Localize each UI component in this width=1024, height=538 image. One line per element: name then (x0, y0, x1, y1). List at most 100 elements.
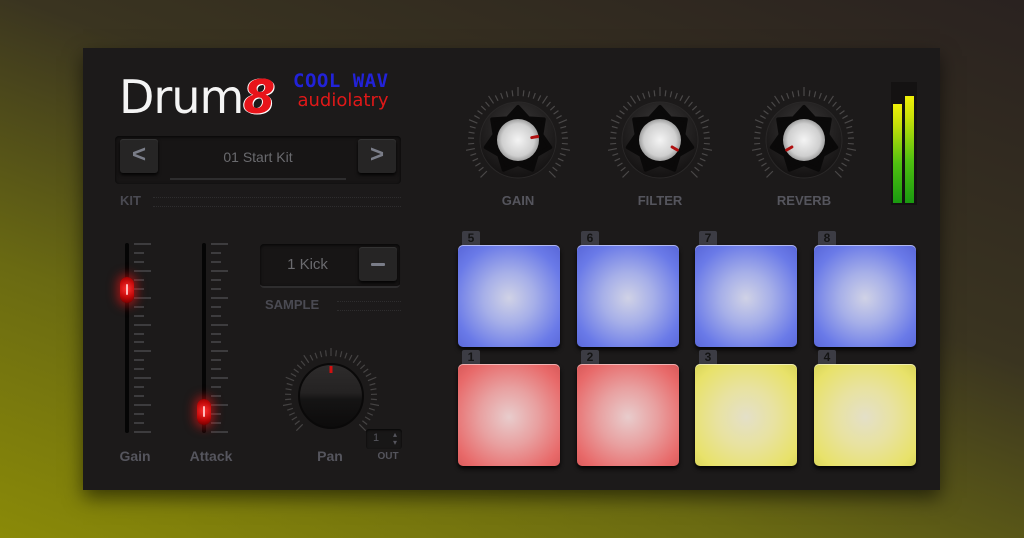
pad-number: 2 (581, 350, 599, 364)
slider-tick (211, 332, 221, 335)
knob-tick (755, 125, 762, 129)
slider-tick (211, 296, 228, 299)
knob-tick (642, 92, 646, 99)
knob-tick (561, 131, 568, 134)
drum-pad[interactable] (577, 364, 679, 466)
knob-tick (679, 95, 684, 102)
chevron-left-icon: < (131, 141, 146, 168)
brand-logo: COOL WAV audiolatry (293, 72, 389, 110)
slider-tick (134, 296, 151, 299)
kit-prev-button[interactable]: < (120, 139, 158, 173)
slider-tick (211, 350, 228, 353)
knob-tick (335, 350, 338, 357)
slider-tick (211, 269, 228, 272)
knob-tick (285, 388, 292, 391)
knob-tick (636, 95, 641, 102)
knob-tick (511, 90, 514, 97)
knob-tick (474, 115, 480, 120)
logo-eight-text: 8 (243, 70, 276, 124)
slider-tick (211, 431, 228, 433)
knob-cap (639, 119, 681, 161)
knob-tick (314, 352, 318, 359)
gain-knob[interactable] (463, 85, 573, 195)
knob-tick (703, 147, 713, 151)
knob-tick (845, 153, 852, 157)
slider-tick (134, 368, 144, 371)
knob-tick (620, 166, 626, 172)
knob-tick (368, 407, 375, 411)
slider-ticks (211, 243, 229, 433)
knob-tick (842, 115, 848, 120)
knob-tick (290, 372, 297, 377)
knob-tick (561, 147, 571, 151)
meter-bar-right (905, 95, 914, 203)
knob-tick (756, 153, 763, 157)
knob-tick (546, 101, 551, 107)
knob-tick (367, 376, 377, 382)
knob-tick (610, 131, 617, 134)
drum-pad[interactable] (814, 245, 916, 347)
pad-number: 8 (818, 231, 836, 245)
knob-tick (537, 95, 542, 102)
gain-slider-thumb[interactable] (120, 277, 134, 304)
drum-pad[interactable] (695, 364, 797, 466)
knob-tick (694, 166, 700, 172)
knob-tick (364, 416, 371, 421)
drum-pad[interactable] (458, 245, 560, 347)
drum-pad[interactable] (458, 364, 560, 466)
knob-tick (838, 166, 844, 172)
logo-drum-text: Drum (119, 70, 244, 124)
knob-tick (751, 147, 761, 151)
drum-pad[interactable] (577, 245, 679, 347)
pad-number: 1 (462, 350, 480, 364)
drum-pad[interactable] (695, 245, 797, 347)
knob-tick (690, 170, 698, 178)
pad-number: 6 (581, 231, 599, 245)
knob-tick (348, 354, 353, 361)
attack-slider-thumb[interactable] (197, 398, 211, 425)
output-label: OUT (377, 451, 399, 462)
knob-tick (362, 420, 368, 425)
knob-tick (488, 95, 495, 104)
knob-tick (622, 170, 630, 178)
drum-pad[interactable] (814, 364, 916, 466)
slider-tick (134, 314, 144, 317)
slider-track (125, 243, 129, 433)
pad-3: 3 (695, 350, 797, 468)
kit-next-button[interactable]: > (358, 139, 396, 173)
pad-7: 7 (695, 231, 797, 349)
slider-tick (134, 251, 144, 254)
knob-tick (697, 162, 703, 167)
knob-tick (465, 147, 475, 151)
attack-slider[interactable] (197, 243, 239, 438)
slider-tick (134, 404, 151, 407)
gain-slider-label: Gain (119, 448, 151, 464)
knob-tick (358, 423, 367, 432)
gain-slider[interactable] (120, 243, 162, 438)
gain-knob-label: GAIN (501, 193, 535, 208)
knob-tick (555, 162, 561, 167)
knob-tick (365, 372, 372, 377)
knob-tick (703, 131, 710, 134)
knob-tick (766, 105, 773, 111)
output-select[interactable]: 1 ▴ ▾ (366, 429, 402, 449)
reverb-knob[interactable] (749, 85, 859, 195)
knob-tick (363, 368, 369, 373)
slider-tick (134, 386, 144, 389)
sample-remove-button[interactable] (359, 247, 397, 281)
knob-tick (683, 95, 690, 104)
filter-knob[interactable] (605, 85, 715, 195)
slider-tick (211, 404, 228, 407)
knob-tick (469, 125, 476, 129)
sample-selector: 1 Kick (260, 244, 400, 288)
knob-tick (552, 166, 558, 172)
pad-number: 7 (699, 231, 717, 245)
kit-divider (153, 197, 401, 207)
kit-name-display: 01 Start Kit (170, 136, 346, 180)
knob-tick (617, 162, 623, 167)
knob-tick (468, 131, 475, 134)
slider-tick (211, 395, 221, 398)
knob-tick (780, 95, 785, 102)
pan-knob[interactable] (283, 348, 379, 444)
knob-tick (557, 157, 564, 162)
